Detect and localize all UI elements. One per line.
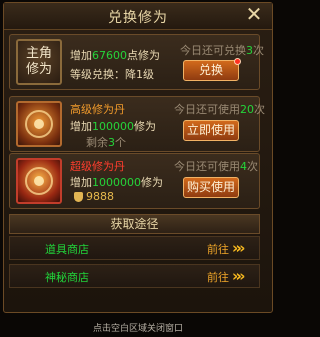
double-arrow-icon[interactable]: »» xyxy=(232,267,246,285)
double-arrow-icon[interactable]: »» xyxy=(232,239,246,257)
source-name: 道具商店 xyxy=(45,243,89,256)
exchange-card-advanced-pill: 高级修为丹 增加100000修为 剩余3个 今日还可使用20次 立即使用 xyxy=(9,96,265,152)
super-pill-name: 超级修为丹 xyxy=(70,160,125,173)
close-hint: 点击空白区域关闭窗口 xyxy=(92,324,183,334)
card3-price: 9888 xyxy=(74,190,114,203)
advanced-pill-icon xyxy=(16,101,62,147)
card3-gain-text: 增加1000000修为 xyxy=(70,176,163,189)
go-link[interactable]: 前往 xyxy=(207,241,229,257)
panel-header: 兑换修为 ✕ xyxy=(4,3,272,30)
go-link[interactable]: 前往 xyxy=(207,269,229,285)
advanced-pill-name: 高级修为丹 xyxy=(70,103,125,116)
source-row-item-shop[interactable]: 道具商店 前往 »» xyxy=(9,236,260,260)
card1-gain-text: 增加67600点修为 xyxy=(70,49,160,62)
source-row-mystery-shop[interactable]: 神秘商店 前往 »» xyxy=(9,264,260,288)
use-now-button[interactable]: 立即使用 xyxy=(183,120,239,141)
card2-remain-text: 剩余3个 xyxy=(86,136,126,149)
close-icon[interactable]: ✕ xyxy=(244,4,264,24)
red-dot-icon xyxy=(234,58,241,65)
exchange-card-main-role: 主角 修为 增加67600点修为 等级兑换：降1级 今日还可兑换3次 兑换 xyxy=(9,34,264,90)
card3-today-text: 今日还可使用4次 xyxy=(174,160,258,173)
main-role-badge-icon: 主角 修为 xyxy=(16,39,62,85)
card2-gain-text: 增加100000修为 xyxy=(70,120,156,133)
acquire-section-title: 获取途径 xyxy=(9,214,260,234)
source-name: 神秘商店 xyxy=(45,271,89,284)
super-pill-icon xyxy=(16,158,62,204)
card1-today-text: 今日还可兑换3次 xyxy=(180,44,264,57)
exchange-button[interactable]: 兑换 xyxy=(183,58,241,81)
buy-use-button[interactable]: 购买使用 xyxy=(183,177,239,198)
exchange-card-super-pill: 超级修为丹 增加1000000修为 9888 今日还可使用4次 购买使用 xyxy=(9,153,260,209)
card2-today-text: 今日还可使用20次 xyxy=(174,103,265,116)
panel-title: 兑换修为 xyxy=(108,10,168,26)
currency-icon xyxy=(74,192,83,202)
card1-level-text: 等级兑换：降1级 xyxy=(70,68,154,81)
